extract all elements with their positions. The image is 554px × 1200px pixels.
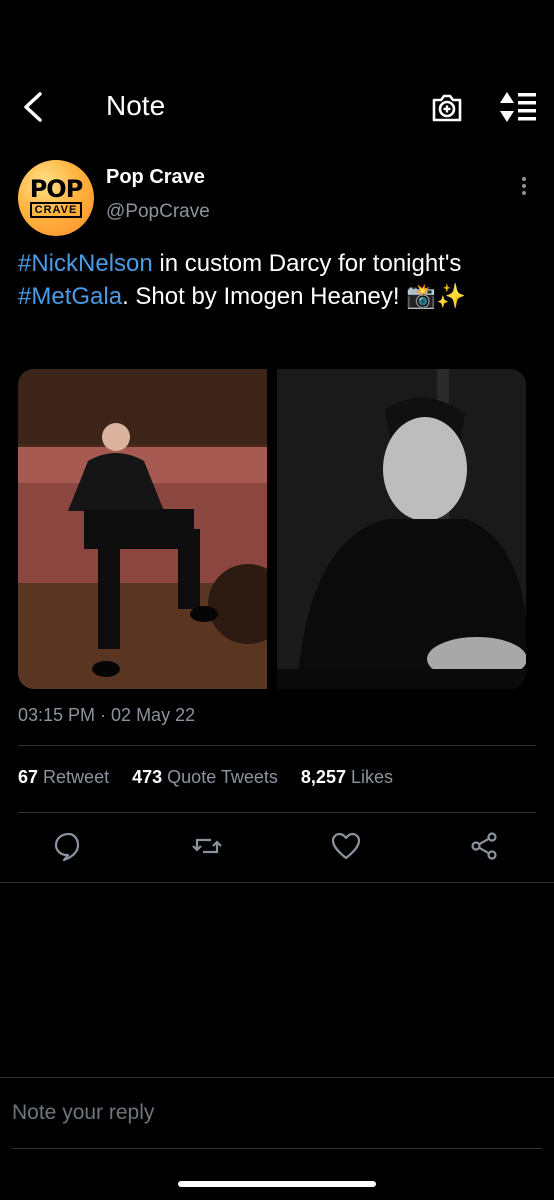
quotes-label: Quote Tweets [167, 767, 278, 787]
photo-color[interactable] [18, 369, 288, 689]
photo-bw-illustration [277, 369, 526, 689]
photo-bw[interactable] [277, 369, 526, 689]
media-grid [18, 369, 526, 689]
reply-input[interactable]: Note your reply [12, 1101, 154, 1125]
back-arrow-icon[interactable] [18, 90, 48, 124]
divider [12, 1148, 542, 1149]
hashtag-link[interactable]: #MetGala [18, 283, 122, 310]
quotes-stat[interactable]: 473 Quote Tweets [132, 767, 278, 787]
divider [0, 882, 554, 883]
likes-label: Likes [350, 767, 394, 787]
retweets-stat[interactable]: 67 Retweet [18, 767, 109, 787]
page-title: Note [106, 90, 166, 121]
author-name[interactable]: Pop Crave [106, 166, 205, 189]
more-options-icon[interactable] [514, 174, 534, 198]
top-bar: Note [0, 70, 554, 142]
retweets-label: Retweet [43, 767, 110, 787]
avatar[interactable]: POP CRAVE [18, 160, 94, 236]
divider [18, 812, 536, 813]
action-bar [0, 830, 554, 866]
divider [0, 1077, 554, 1078]
quotes-count: 473 [132, 767, 163, 787]
timestamp: 03:15 PM · 02 May 22 [18, 705, 196, 725]
divider [18, 745, 536, 746]
retweet-icon[interactable] [191, 830, 223, 862]
engagement-stats: 67 Retweet 473 Quote Tweets 8,257 Likes [18, 767, 411, 788]
sort-icon[interactable] [498, 90, 538, 124]
retweets-count: 67 [18, 767, 39, 787]
tweet-text: #NickNelson in custom Darcy for tonight'… [18, 247, 538, 313]
logo-crave-text: CRAVE [29, 202, 83, 218]
likes-count: 8,257 [300, 767, 346, 787]
tweet-text-part: . Shot by Imogen Heaney! 📸✨ [122, 283, 466, 310]
share-icon[interactable] [468, 830, 500, 862]
photo-color-illustration [18, 369, 288, 689]
hashtag-link[interactable]: #NickNelson [18, 250, 153, 277]
camera-add-icon[interactable] [430, 90, 464, 124]
logo-pop-text: POP [29, 175, 84, 203]
likes-stat[interactable]: 8,257 Likes [301, 767, 393, 787]
author-handle[interactable]: @PopCrave [106, 201, 210, 223]
like-heart-icon[interactable] [330, 830, 362, 862]
home-indicator[interactable] [178, 1181, 376, 1187]
reply-icon[interactable] [53, 830, 85, 862]
tweet-text-part: in custom Darcy for tonight's [152, 250, 462, 277]
